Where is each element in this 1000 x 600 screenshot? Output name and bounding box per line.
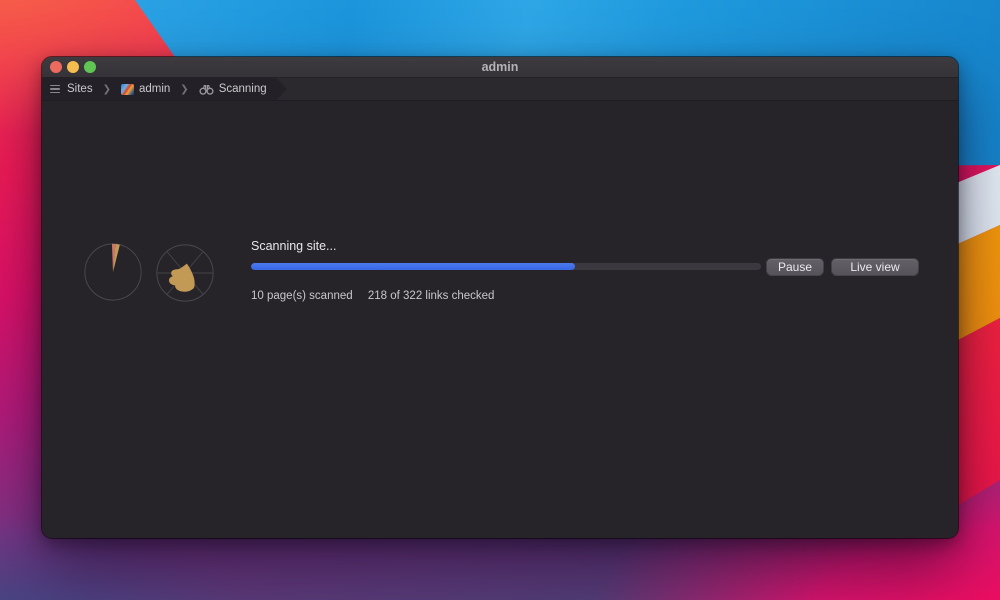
breadcrumb-item-sites[interactable]: Sites xyxy=(67,83,93,95)
chevron-right-icon: ❯ xyxy=(180,83,189,95)
live-view-button[interactable]: Live view xyxy=(831,258,919,276)
traffic-lights xyxy=(50,61,96,73)
window-titlebar[interactable]: admin xyxy=(42,57,958,78)
sites-list-icon xyxy=(50,85,60,94)
scan-status-text: Scanning site... xyxy=(251,239,337,253)
progress-fill xyxy=(251,263,575,270)
pages-scanned-text: 10 page(s) scanned xyxy=(251,290,353,302)
breadcrumb-item-scanning[interactable]: Scanning xyxy=(219,83,267,95)
zoom-button[interactable] xyxy=(84,61,96,73)
pause-button[interactable]: Pause xyxy=(766,258,824,276)
window-title: admin xyxy=(481,60,519,74)
site-favicon-icon xyxy=(121,84,134,95)
scan-progress-bar xyxy=(251,263,761,270)
chevron-right-icon: ❯ xyxy=(102,83,111,95)
binoculars-icon xyxy=(199,84,214,95)
breadcrumb: Sites ❯ admin ❯ Scanning xyxy=(42,78,287,100)
breadcrumb-bar: Sites ❯ admin ❯ Scanning xyxy=(42,78,958,101)
app-window: admin Sites ❯ admin ❯ Scanning Scanning … xyxy=(41,56,959,539)
close-button[interactable] xyxy=(50,61,62,73)
breadcrumb-item-admin[interactable]: admin xyxy=(139,83,170,95)
scan-stats: 10 page(s) scanned 218 of 322 links chec… xyxy=(251,290,494,302)
scan-coverage-chart xyxy=(156,244,214,302)
scan-panel: Scanning site... 10 page(s) scanned 218 … xyxy=(42,101,958,538)
minimize-button[interactable] xyxy=(67,61,79,73)
desktop: admin Sites ❯ admin ❯ Scanning Scanning … xyxy=(0,0,1000,600)
scan-pie-chart xyxy=(84,243,142,301)
links-checked-text: 218 of 322 links checked xyxy=(367,290,495,302)
